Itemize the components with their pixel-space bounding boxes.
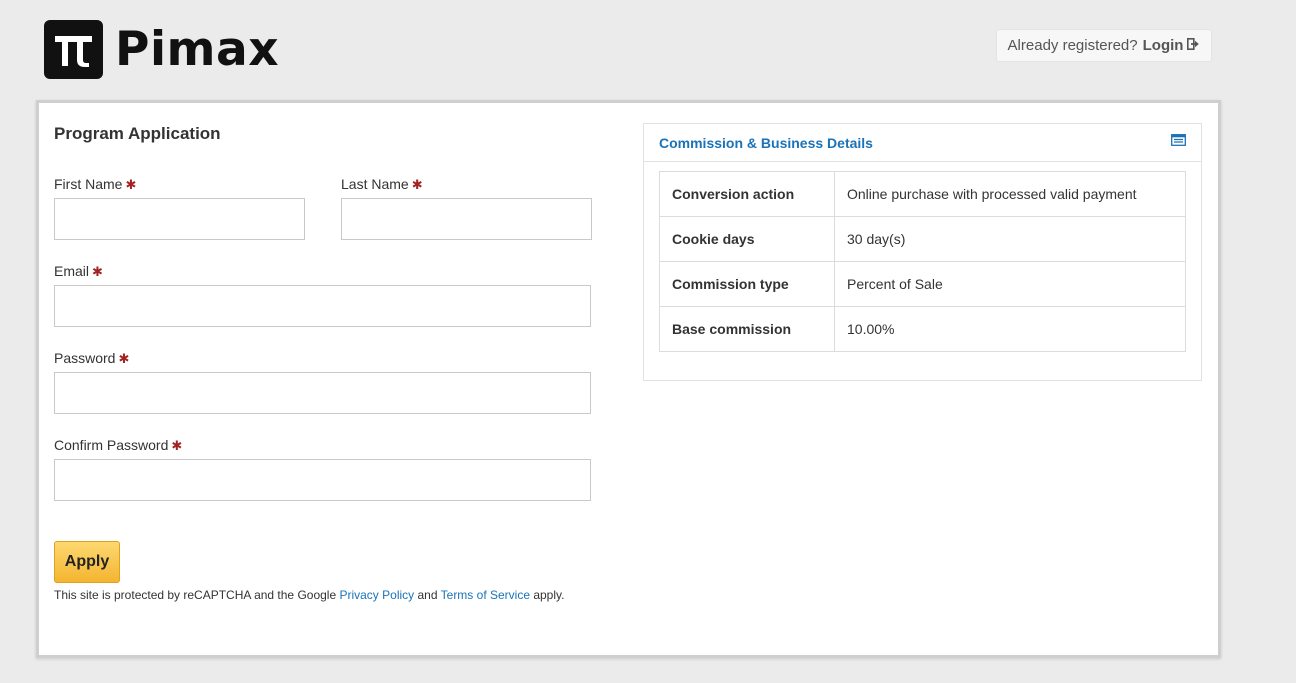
table-row: Base commission 10.00% xyxy=(659,306,1186,352)
main-panel: Program Application First Name ✱ Last Nam… xyxy=(36,100,1221,658)
detail-key: Cookie days xyxy=(659,216,835,262)
email-input[interactable] xyxy=(54,285,591,327)
brand-name: Pimax xyxy=(115,22,280,77)
password-input[interactable] xyxy=(54,372,591,414)
detail-value: 10.00% xyxy=(834,306,1186,352)
required-icon: ✱ xyxy=(411,177,423,192)
logo: Pimax xyxy=(44,20,279,79)
sign-in-icon[interactable] xyxy=(1187,37,1200,54)
privacy-policy-link[interactable]: Privacy Policy xyxy=(339,588,414,602)
last-name-label: Last Name ✱ xyxy=(341,176,423,192)
table-row: Cookie days 30 day(s) xyxy=(659,216,1186,262)
list-icon[interactable] xyxy=(1171,133,1186,151)
required-icon: ✱ xyxy=(125,177,137,192)
already-registered-box: Already registered? Login xyxy=(996,29,1212,62)
email-label: Email ✱ xyxy=(54,263,103,279)
terms-of-service-link[interactable]: Terms of Service xyxy=(441,588,530,602)
table-row: Conversion action Online purchase with p… xyxy=(659,171,1186,217)
already-registered-text: Already registered? xyxy=(1007,37,1138,54)
required-icon: ✱ xyxy=(92,264,103,279)
first-name-input[interactable] xyxy=(54,198,305,240)
detail-key: Commission type xyxy=(659,261,835,307)
detail-value: 30 day(s) xyxy=(834,216,1186,262)
detail-key: Base commission xyxy=(659,306,835,352)
detail-value: Percent of Sale xyxy=(834,261,1186,307)
table-row: Commission type Percent of Sale xyxy=(659,261,1186,307)
confirm-password-input[interactable] xyxy=(54,459,591,501)
password-label: Password ✱ xyxy=(54,350,130,366)
confirm-password-label: Confirm Password ✱ xyxy=(54,437,183,453)
recaptcha-notice: This site is protected by reCAPTCHA and … xyxy=(54,588,565,602)
commission-details-title: Commission & Business Details xyxy=(659,134,873,151)
detail-key: Conversion action xyxy=(659,171,835,217)
required-icon: ✱ xyxy=(171,438,183,453)
form-title: Program Application xyxy=(54,124,221,143)
commission-details-table: Conversion action Online purchase with p… xyxy=(659,171,1186,352)
commission-details-panel: Commission & Business Details Conversion… xyxy=(643,123,1202,381)
login-link[interactable]: Login xyxy=(1143,37,1184,54)
pi-logo-icon xyxy=(44,20,103,79)
first-name-label: First Name ✱ xyxy=(54,176,137,192)
last-name-input[interactable] xyxy=(341,198,592,240)
commission-details-header: Commission & Business Details xyxy=(644,124,1201,162)
detail-value: Online purchase with processed valid pay… xyxy=(834,171,1186,217)
apply-button[interactable]: Apply xyxy=(54,541,120,583)
required-icon: ✱ xyxy=(118,351,130,366)
